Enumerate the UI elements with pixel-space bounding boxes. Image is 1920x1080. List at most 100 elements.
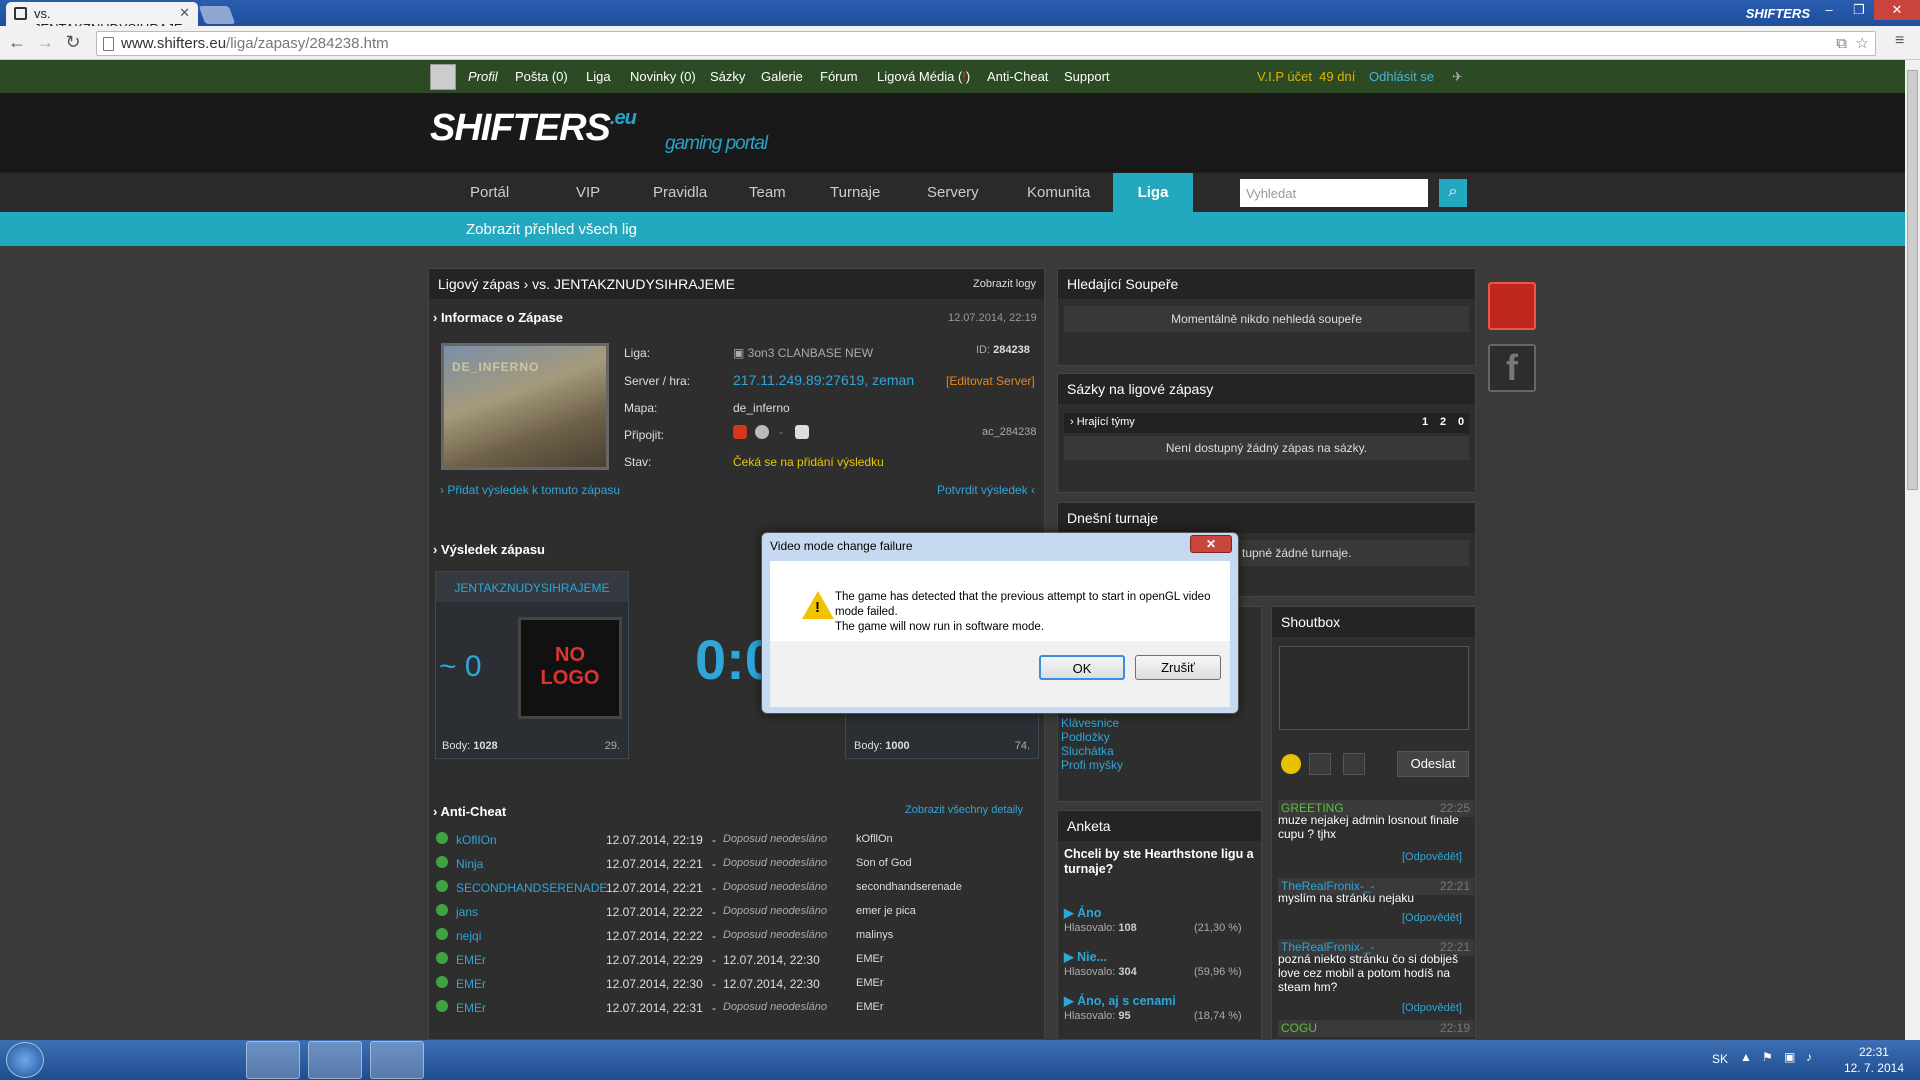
topbar-posta[interactable]: Pošta (0): [515, 69, 568, 84]
clock[interactable]: 22:31 12. 7. 2014: [1844, 1044, 1904, 1076]
reply-link[interactable]: [Odpovědět]: [1402, 912, 1462, 924]
close-window-button[interactable]: ✕: [1874, 0, 1920, 20]
shout-user[interactable]: COGU: [1281, 1021, 1317, 1035]
scrollbar-thumb[interactable]: [1907, 70, 1918, 490]
gamepad-icon[interactable]: [1488, 282, 1536, 330]
forward-icon[interactable]: →: [34, 32, 56, 53]
poll-option[interactable]: ▶ Nie...: [1064, 949, 1107, 964]
nav-komunita[interactable]: Komunita: [1027, 184, 1090, 201]
new-tab-button[interactable]: [198, 6, 236, 24]
nav-pravidla[interactable]: Pravidla: [653, 184, 707, 201]
flag-icon[interactable]: ⚑: [1762, 1050, 1773, 1064]
end-time: Doposud neodesláno: [723, 833, 827, 845]
search-icon[interactable]: ⌕: [1439, 179, 1467, 207]
player-name[interactable]: EMEr: [456, 953, 486, 967]
logout-link[interactable]: Odhlásit se: [1369, 69, 1434, 84]
shop-link-headsets[interactable]: Sluchátka: [1061, 744, 1123, 758]
server-value[interactable]: 217.11.249.89:27619, zeman: [733, 372, 914, 388]
player-name[interactable]: SECONDHANDSERENADE: [456, 881, 607, 895]
shop-link-mice[interactable]: Profi myšky: [1061, 758, 1123, 772]
show-all-details-link[interactable]: Zobrazit všechny detaily: [905, 804, 1023, 816]
nav-team[interactable]: Team: [749, 184, 786, 201]
cancel-button[interactable]: Zrušiť: [1135, 655, 1221, 680]
topbar-sazky[interactable]: Sázky: [710, 69, 745, 84]
ok-button[interactable]: OK: [1039, 655, 1125, 680]
show-logs-link[interactable]: Zobrazit logy: [973, 278, 1036, 290]
anticheat-connect-icon[interactable]: [795, 425, 809, 439]
add-result-link[interactable]: › Přidat výsledek k tomuto zápasu: [440, 483, 620, 497]
browser-tab[interactable]: vs. JENTAKZNUDYSIHRAJE ✕: [6, 2, 198, 36]
send-button[interactable]: Odeslat: [1397, 751, 1469, 777]
scrollbar[interactable]: [1905, 60, 1920, 1040]
chrome-icon[interactable]: [246, 1041, 300, 1079]
league-value[interactable]: ▣ 3on3 CLANBASE NEW: [733, 346, 873, 360]
maximize-button[interactable]: ❐: [1844, 0, 1874, 20]
topbar-galerie[interactable]: Galerie: [761, 69, 803, 84]
reply-link[interactable]: [Odpovědět]: [1402, 1002, 1462, 1014]
image-icon[interactable]: [1309, 753, 1331, 775]
close-tab-icon[interactable]: ✕: [179, 5, 190, 21]
topbar-media[interactable]: Ligová Média (!): [877, 69, 970, 84]
hlsw-icon[interactable]: [733, 425, 747, 439]
player-name[interactable]: Ninja: [456, 857, 483, 871]
reload-icon[interactable]: ↻: [62, 32, 84, 53]
start-button[interactable]: [6, 1042, 44, 1078]
topbar-support[interactable]: Support: [1064, 69, 1110, 84]
star-icon[interactable]: ☆: [1856, 34, 1869, 52]
poll-option[interactable]: ▶ Áno: [1064, 905, 1101, 920]
back-icon[interactable]: ←: [6, 32, 28, 53]
menu-icon[interactable]: ≡: [1895, 32, 1904, 50]
translate-icon[interactable]: ⧉: [1836, 35, 1847, 52]
explorer-icon[interactable]: [122, 1041, 176, 1079]
poll-title: Anketa: [1058, 811, 1261, 841]
player-name[interactable]: kOflIOn: [456, 833, 497, 847]
shop-link-mousepads[interactable]: Podložky: [1061, 730, 1123, 744]
steam-icon[interactable]: [755, 425, 769, 439]
nav-turnaje[interactable]: Turnaje: [830, 184, 880, 201]
edit-server-link[interactable]: [Editovat Server]: [946, 374, 1035, 388]
language-indicator[interactable]: SK: [1712, 1052, 1728, 1066]
nav-liga[interactable]: Liga: [1113, 173, 1193, 212]
player-name[interactable]: nejqi: [456, 929, 481, 943]
topbar-liga[interactable]: Liga: [586, 69, 611, 84]
poll-option[interactable]: ▶ Áno, aj s cenami: [1064, 993, 1176, 1008]
smiley-icon[interactable]: [1281, 754, 1301, 774]
reply-link[interactable]: [Odpovědět]: [1402, 851, 1462, 863]
team2-points: Body: 1000: [854, 740, 910, 752]
teamspeak-icon[interactable]: [308, 1041, 362, 1079]
volume-icon[interactable]: ♪: [1806, 1050, 1812, 1064]
minimize-button[interactable]: –: [1814, 0, 1844, 20]
dialog-close-button[interactable]: ✕: [1190, 535, 1232, 553]
team1-name[interactable]: JENTAKZNUDYSIHRAJEME: [436, 572, 628, 602]
shop-link-keyboards[interactable]: Klávesnice: [1061, 716, 1123, 730]
site-logo[interactable]: SHIFTERS.eu gaming portal: [430, 107, 768, 154]
media-player-icon[interactable]: [184, 1041, 238, 1079]
facebook-icon[interactable]: f: [1488, 344, 1536, 392]
topbar-profil[interactable]: Profil: [468, 69, 498, 84]
network-icon[interactable]: ▣: [1784, 1050, 1795, 1064]
confirm-result-link[interactable]: Potvrdit výsledek ‹: [937, 483, 1035, 497]
ie-icon[interactable]: [60, 1041, 114, 1079]
search-input[interactable]: Vyhledat: [1240, 179, 1428, 207]
player-name[interactable]: EMEr: [456, 1001, 486, 1015]
address-bar[interactable]: www.shifters.eu/liga/zapasy/284238.htm ⧉…: [96, 31, 1876, 56]
player-name[interactable]: EMEr: [456, 977, 486, 991]
shop-links: Klávesnice Podložky Sluchátka Profi myšk…: [1061, 716, 1123, 772]
avatar[interactable]: [430, 64, 456, 90]
tray-arrow-icon[interactable]: ▲: [1740, 1050, 1752, 1064]
player-name[interactable]: jans: [456, 905, 478, 919]
topbar-novinky[interactable]: Novinky (0): [630, 69, 696, 84]
half-life-icon[interactable]: [370, 1041, 424, 1079]
format-icon[interactable]: [1343, 753, 1365, 775]
topbar-anticheat[interactable]: Anti-Cheat: [987, 69, 1048, 84]
shoutbox-input[interactable]: [1279, 646, 1469, 730]
nav-vip[interactable]: VIP: [576, 184, 600, 201]
topbar-forum[interactable]: Fórum: [820, 69, 858, 84]
result-title: › Výsledek zápasu: [433, 542, 545, 557]
start-time: 12.07.2014, 22:30: [606, 977, 703, 991]
poll-panel: Anketa Chceli by ste Hearthstone ligu a …: [1057, 810, 1262, 1040]
all-leagues-link[interactable]: Zobrazit přehled všech lig: [466, 221, 637, 238]
pin-icon[interactable]: ✈: [1452, 69, 1463, 85]
nav-portal[interactable]: Portál: [470, 184, 509, 201]
nav-servery[interactable]: Servery: [927, 184, 979, 201]
